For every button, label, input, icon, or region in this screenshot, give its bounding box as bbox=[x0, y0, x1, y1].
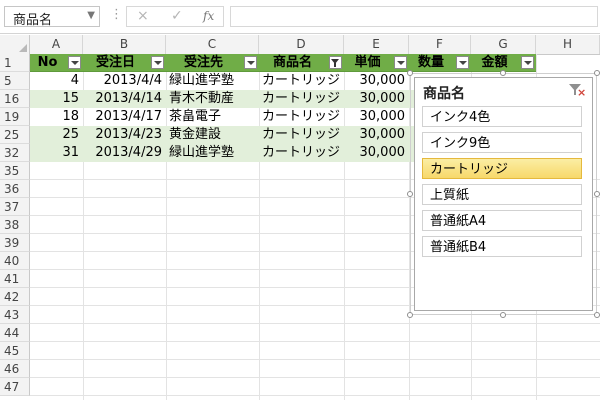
cell-price[interactable]: 30,000 bbox=[344, 144, 409, 162]
row-header[interactable]: 46 bbox=[0, 360, 30, 378]
slicer-item[interactable]: 上質紙 bbox=[422, 184, 582, 205]
resize-handle[interactable] bbox=[594, 312, 600, 318]
column-header-a[interactable]: A bbox=[30, 35, 83, 54]
cell-no[interactable]: 25 bbox=[30, 126, 83, 144]
row-header[interactable]: 45 bbox=[0, 342, 30, 360]
slicer-item[interactable]: インク4色 bbox=[422, 106, 582, 127]
cell-product[interactable]: カートリッジ bbox=[259, 108, 344, 126]
cancel-icon[interactable]: × bbox=[137, 8, 149, 24]
enter-icon[interactable]: ✓ bbox=[171, 8, 183, 24]
row-header[interactable]: 42 bbox=[0, 288, 30, 306]
filter-dropdown-icon[interactable] bbox=[68, 56, 81, 69]
row-header[interactable]: 47 bbox=[0, 378, 30, 396]
column-header-d[interactable]: D bbox=[259, 35, 344, 54]
cell-date[interactable]: 2013/4/4 bbox=[83, 72, 166, 90]
cell-product[interactable]: カートリッジ bbox=[259, 72, 344, 90]
resize-handle[interactable] bbox=[407, 191, 413, 197]
cell-price[interactable]: 30,000 bbox=[344, 72, 409, 90]
grid-row bbox=[30, 378, 600, 396]
filter-dropdown-icon[interactable] bbox=[521, 56, 534, 69]
formula-input[interactable] bbox=[230, 6, 598, 27]
row-header[interactable]: 16 bbox=[0, 90, 30, 108]
filter-dropdown-icon[interactable] bbox=[456, 56, 469, 69]
header-cell-product[interactable]: 商品名 bbox=[259, 54, 344, 72]
filter-dropdown-icon[interactable] bbox=[394, 56, 407, 69]
column-header-e[interactable]: E bbox=[344, 35, 409, 54]
resize-handle[interactable] bbox=[500, 312, 506, 318]
resize-handle[interactable] bbox=[407, 70, 413, 76]
header-cell-quantity[interactable]: 数量 bbox=[409, 54, 471, 72]
row-header[interactable]: 43 bbox=[0, 306, 30, 324]
cell-no[interactable]: 15 bbox=[30, 90, 83, 108]
row-header[interactable]: 1 bbox=[0, 54, 30, 72]
cell-client[interactable]: 緑山進学塾 bbox=[166, 72, 259, 90]
name-box[interactable]: 商品名 ▼ bbox=[4, 6, 100, 28]
column-header-c[interactable]: C bbox=[166, 35, 259, 54]
resize-handle[interactable] bbox=[500, 70, 506, 76]
cell-no[interactable]: 4 bbox=[30, 72, 83, 90]
row-header[interactable]: 41 bbox=[0, 270, 30, 288]
row-header[interactable]: 37 bbox=[0, 198, 30, 216]
cell-client[interactable]: 黄金建設 bbox=[166, 126, 259, 144]
cell-client[interactable]: 青木不動産 bbox=[166, 90, 259, 108]
resize-handle[interactable] bbox=[594, 191, 600, 197]
row-header[interactable]: 25 bbox=[0, 126, 30, 144]
cell-date[interactable]: 2013/4/23 bbox=[83, 126, 166, 144]
row-header[interactable]: 38 bbox=[0, 216, 30, 234]
table-header-row: No 受注日 受注先 商品名 単価 数量 金額 bbox=[30, 54, 536, 72]
cell-client[interactable]: 茶畠電子 bbox=[166, 108, 259, 126]
name-box-value: 商品名 bbox=[13, 13, 53, 28]
cell-price[interactable]: 30,000 bbox=[344, 90, 409, 108]
cell-date[interactable]: 2013/4/17 bbox=[83, 108, 166, 126]
row-header[interactable]: 40 bbox=[0, 252, 30, 270]
product-slicer[interactable]: 商品名 × インク4色 インク9色 カートリッジ 上質紙 普通紙A4 普通紙B4 bbox=[414, 77, 593, 311]
cell-client[interactable]: 緑山進学塾 bbox=[166, 144, 259, 162]
row-header[interactable]: 44 bbox=[0, 324, 30, 342]
header-cell-no[interactable]: No bbox=[30, 54, 83, 72]
formula-bar: 商品名 ▼ ⋮ × ✓ fx bbox=[0, 0, 600, 34]
insert-function-icon[interactable]: fx bbox=[203, 9, 214, 23]
cell-date[interactable]: 2013/4/29 bbox=[83, 144, 166, 162]
column-header-b[interactable]: B bbox=[83, 35, 166, 54]
cell-product[interactable]: カートリッジ bbox=[259, 90, 344, 108]
cell-no[interactable]: 18 bbox=[30, 108, 83, 126]
grid-row bbox=[30, 342, 600, 360]
chevron-down-icon[interactable]: ▼ bbox=[87, 10, 95, 21]
column-header-h[interactable]: H bbox=[536, 35, 600, 54]
slicer-item[interactable]: インク9色 bbox=[422, 132, 582, 153]
header-cell-client[interactable]: 受注先 bbox=[166, 54, 259, 72]
column-headers: A B C D E F G H bbox=[0, 35, 600, 55]
cell-date[interactable]: 2013/4/14 bbox=[83, 90, 166, 108]
cell-price[interactable]: 30,000 bbox=[344, 108, 409, 126]
grid-row bbox=[30, 360, 600, 378]
filter-dropdown-icon[interactable] bbox=[151, 56, 164, 69]
row-header[interactable]: 19 bbox=[0, 108, 30, 126]
column-header-f[interactable]: F bbox=[409, 35, 471, 54]
cell-product[interactable]: カートリッジ bbox=[259, 144, 344, 162]
formula-buttons: × ✓ fx bbox=[126, 6, 224, 27]
cell-price[interactable]: 30,000 bbox=[344, 126, 409, 144]
row-header[interactable]: 36 bbox=[0, 180, 30, 198]
cell-product[interactable]: カートリッジ bbox=[259, 126, 344, 144]
slicer-item[interactable]: 普通紙A4 bbox=[422, 210, 582, 231]
more-options-icon[interactable]: ⋮ bbox=[110, 7, 123, 22]
clear-filter-icon[interactable]: × bbox=[568, 82, 586, 98]
filter-dropdown-icon[interactable] bbox=[244, 56, 257, 69]
cell-no[interactable]: 31 bbox=[30, 144, 83, 162]
header-cell-date[interactable]: 受注日 bbox=[83, 54, 166, 72]
filter-applied-icon[interactable] bbox=[329, 56, 342, 69]
slicer-title: 商品名 bbox=[423, 86, 465, 102]
resize-handle[interactable] bbox=[594, 70, 600, 76]
row-header[interactable]: 5 bbox=[0, 72, 30, 90]
grid-row bbox=[30, 324, 600, 342]
row-header[interactable]: 39 bbox=[0, 234, 30, 252]
column-header-g[interactable]: G bbox=[471, 35, 536, 54]
row-header[interactable]: 32 bbox=[0, 144, 30, 162]
row-header[interactable]: 35 bbox=[0, 162, 30, 180]
resize-handle[interactable] bbox=[407, 312, 413, 318]
select-all-button[interactable] bbox=[0, 35, 30, 54]
slicer-item[interactable]: 普通紙B4 bbox=[422, 236, 582, 257]
header-cell-price[interactable]: 単価 bbox=[344, 54, 409, 72]
slicer-item-selected[interactable]: カートリッジ bbox=[422, 158, 582, 179]
